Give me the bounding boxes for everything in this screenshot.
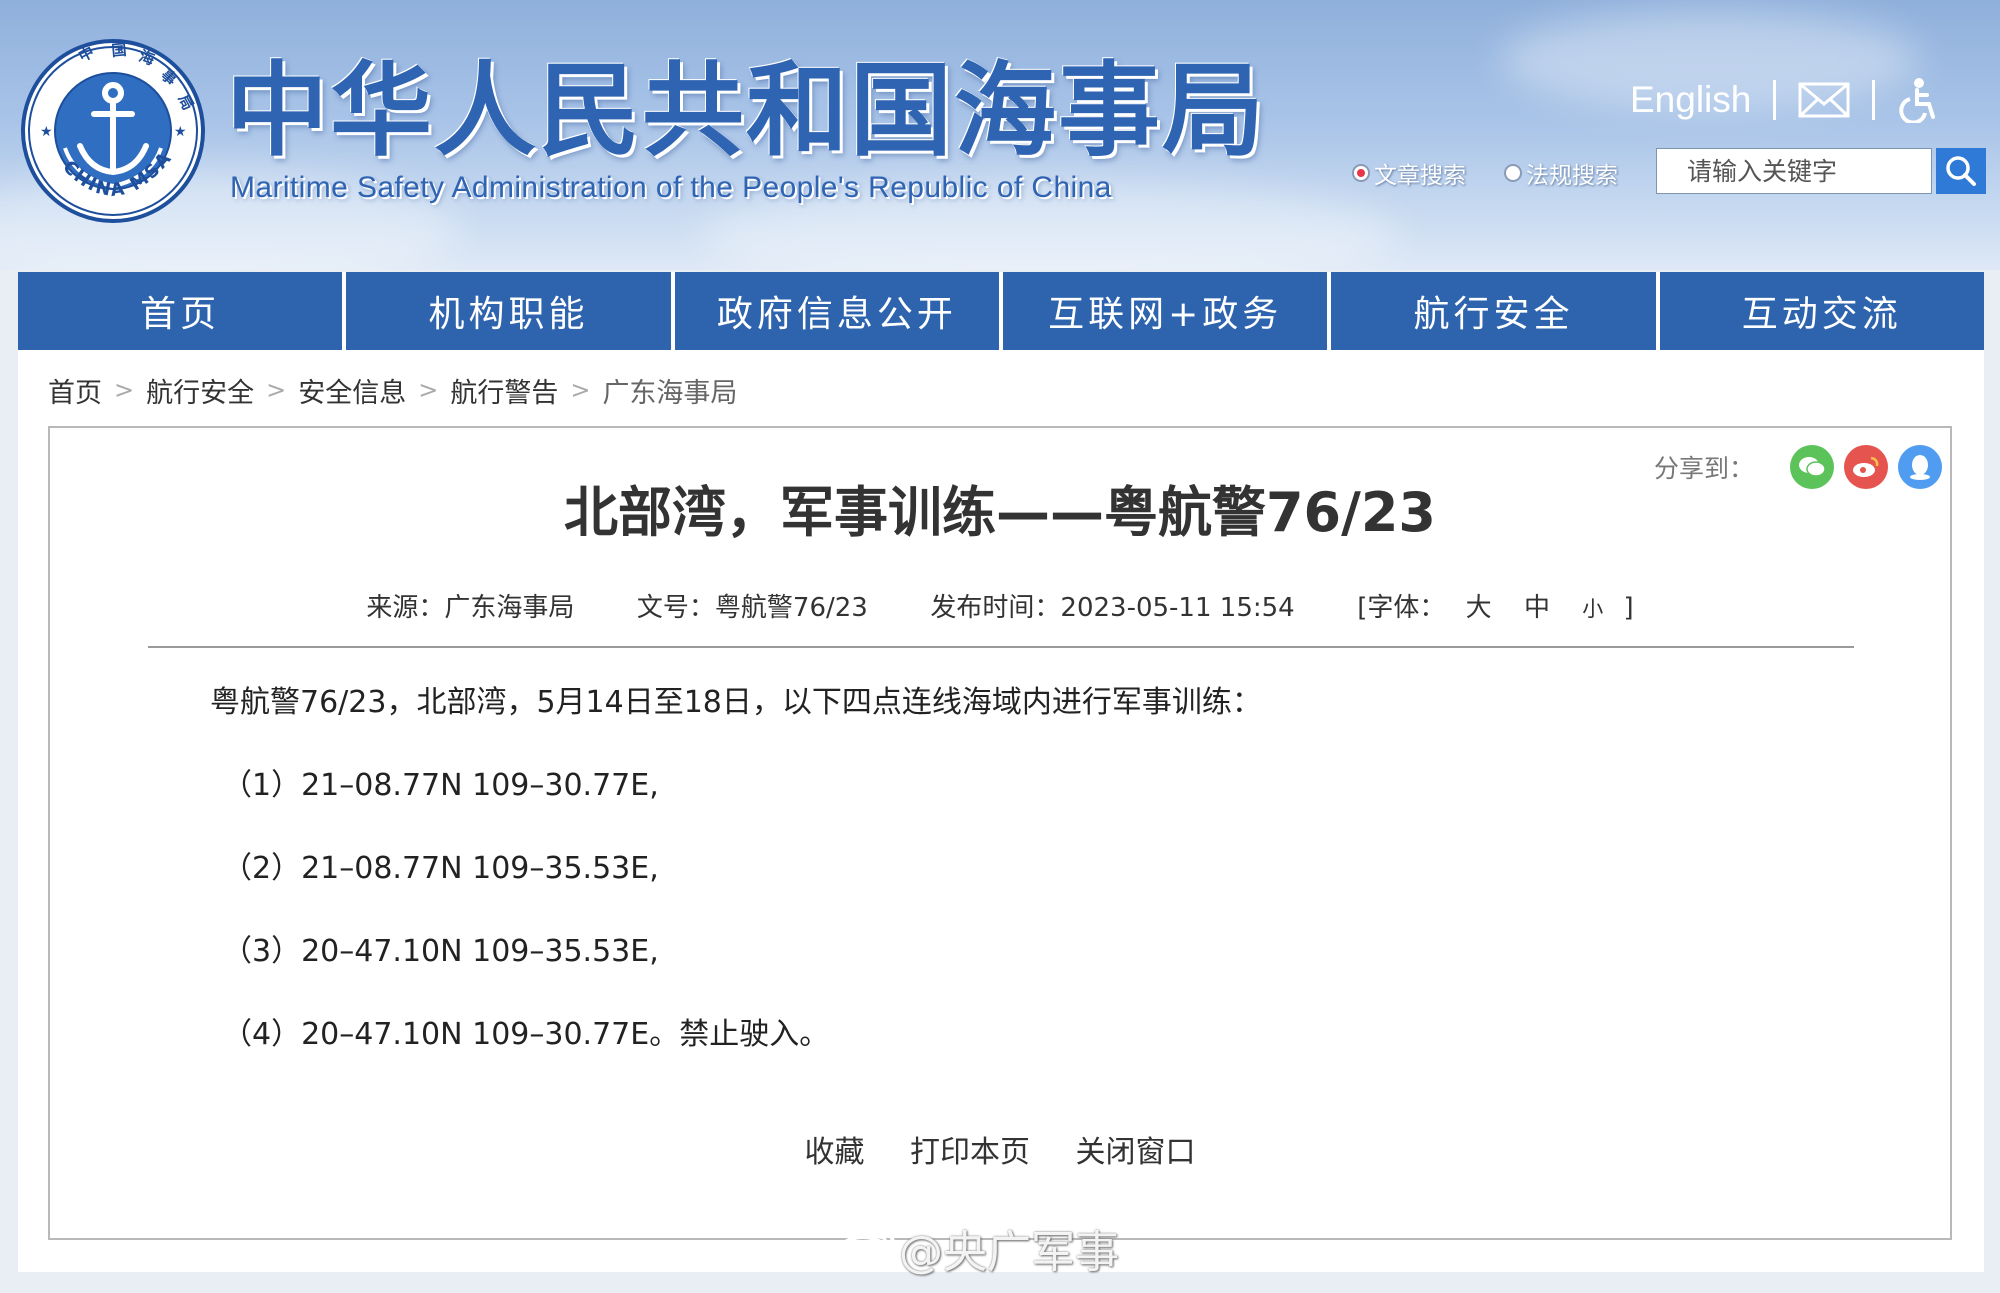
content-page: 首页 > 航行安全 > 安全信息 > 航行警告 > 广东海事局 分享到： 北部湾… [18,350,1984,1272]
breadcrumb-separator: > [266,376,287,404]
nav-item-home[interactable]: 首页 [18,272,343,350]
meta-source-label: 来源： [366,593,445,623]
article-title: 北部湾，军事训练——粤航警76/23 [563,481,1436,544]
search-bar: 文章搜索 法规搜索 [1352,148,1988,198]
breadcrumb-item-guangdong-msa[interactable]: 广东海事局 [602,371,737,410]
search-icon [1946,156,1976,186]
svg-text:★: ★ [174,124,187,140]
breadcrumb-item-navigation-safety[interactable]: 航行安全 [146,371,254,410]
nav-item-interaction[interactable]: 互动交流 [1659,272,1984,350]
watermark-text: @央广军事 [899,1227,1119,1278]
breadcrumb-separator: > [570,376,591,404]
radio-unselected-icon [1504,164,1522,182]
article-meta: 来源：广东海事局 文号：粤航警76/23 发布时间：2023-05-11 15:… [50,588,1950,628]
mail-icon[interactable] [1798,82,1850,118]
weibo-watermark-icon [837,1227,895,1271]
article-panel: 分享到： 北部湾，军事训练——粤航警76/23 来源：广东海事局 文号：粤航警7… [48,426,1952,1240]
svg-text:国: 国 [111,41,128,60]
breadcrumb-item-warnings[interactable]: 航行警告 [450,371,558,410]
font-size-medium-button[interactable]: 中 [1524,593,1550,623]
english-link[interactable]: English [1630,79,1751,121]
divider [1773,80,1777,120]
svg-text:★: ★ [40,124,53,140]
site-header: 中 国 海 事 局 ★ ★ CHINA MSA 中华人民共和国海事局 Marit… [0,0,2000,270]
coordinate-point: （2）21–08.77N 109–35.53E, [222,851,659,886]
font-size-small-button[interactable]: 小 [1582,597,1603,621]
meta-time: 2023-05-11 15:54 [1060,593,1295,623]
breadcrumb-separator: > [114,376,135,404]
search-input[interactable] [1656,148,1932,194]
main-nav: 首页 机构职能 政府信息公开 互联网+政务 航行安全 互动交流 [18,272,1984,350]
font-size-large-button[interactable]: 大 [1466,593,1492,623]
meta-source: 广东海事局 [444,593,575,623]
meta-number-label: 文号： [636,593,715,623]
breadcrumb: 首页 > 航行安全 > 安全信息 > 航行警告 > 广东海事局 [48,370,737,410]
radio-law-search[interactable]: 法规搜索 [1504,160,1618,189]
search-button[interactable] [1936,148,1986,194]
coordinate-point: （4）20–47.10N 109–30.77E。禁止驶入。 [222,1017,830,1052]
article-actions: 收藏 打印本页 关闭窗口 [50,1128,1950,1178]
coordinate-point: （3）20–47.10N 109–35.53E, [222,934,659,969]
nav-item-internet-gov[interactable]: 互联网+政务 [1002,272,1328,350]
meta-divider [148,646,1854,648]
close-window-link[interactable]: 关闭窗口 [1076,1135,1196,1170]
print-link[interactable]: 打印本页 [910,1135,1030,1170]
divider [1872,80,1876,120]
watermark: @央广军事 [835,1218,1119,1278]
site-title-cn[interactable]: 中华人民共和国海事局 [226,52,1266,172]
top-links: English [1630,70,1990,130]
radio-article-search[interactable]: 文章搜索 [1352,160,1466,189]
breadcrumb-separator: > [418,376,439,404]
font-size-label: [字体： [1357,593,1446,623]
nav-item-organization[interactable]: 机构职能 [346,272,671,350]
article-body: 粤航警76/23，北部湾，5月14日至18日，以下四点连线海域内进行军事训练： … [210,678,1810,1093]
meta-time-label: 发布时间： [930,593,1061,623]
site-title-en[interactable]: Maritime Safety Administration of the Pe… [230,168,1112,208]
msa-logo[interactable]: 中 国 海 事 局 ★ ★ CHINA MSA [20,38,206,224]
article-paragraph: 粤航警76/23，北部湾，5月14日至18日，以下四点连线海域内进行军事训练： [210,685,1262,720]
accessibility-icon[interactable] [1897,77,1937,123]
breadcrumb-item-safety-info[interactable]: 安全信息 [298,371,406,410]
radio-selected-icon [1352,164,1370,182]
meta-number: 粤航警76/23 [714,593,868,623]
font-size-close-bracket: ] [1623,593,1634,623]
nav-item-gov-info[interactable]: 政府信息公开 [674,272,999,350]
nav-item-navigation-safety[interactable]: 航行安全 [1331,272,1656,350]
coordinate-point: （1）21–08.77N 109–30.77E, [222,768,659,803]
breadcrumb-item-home[interactable]: 首页 [48,371,102,410]
favorite-link[interactable]: 收藏 [804,1135,864,1170]
